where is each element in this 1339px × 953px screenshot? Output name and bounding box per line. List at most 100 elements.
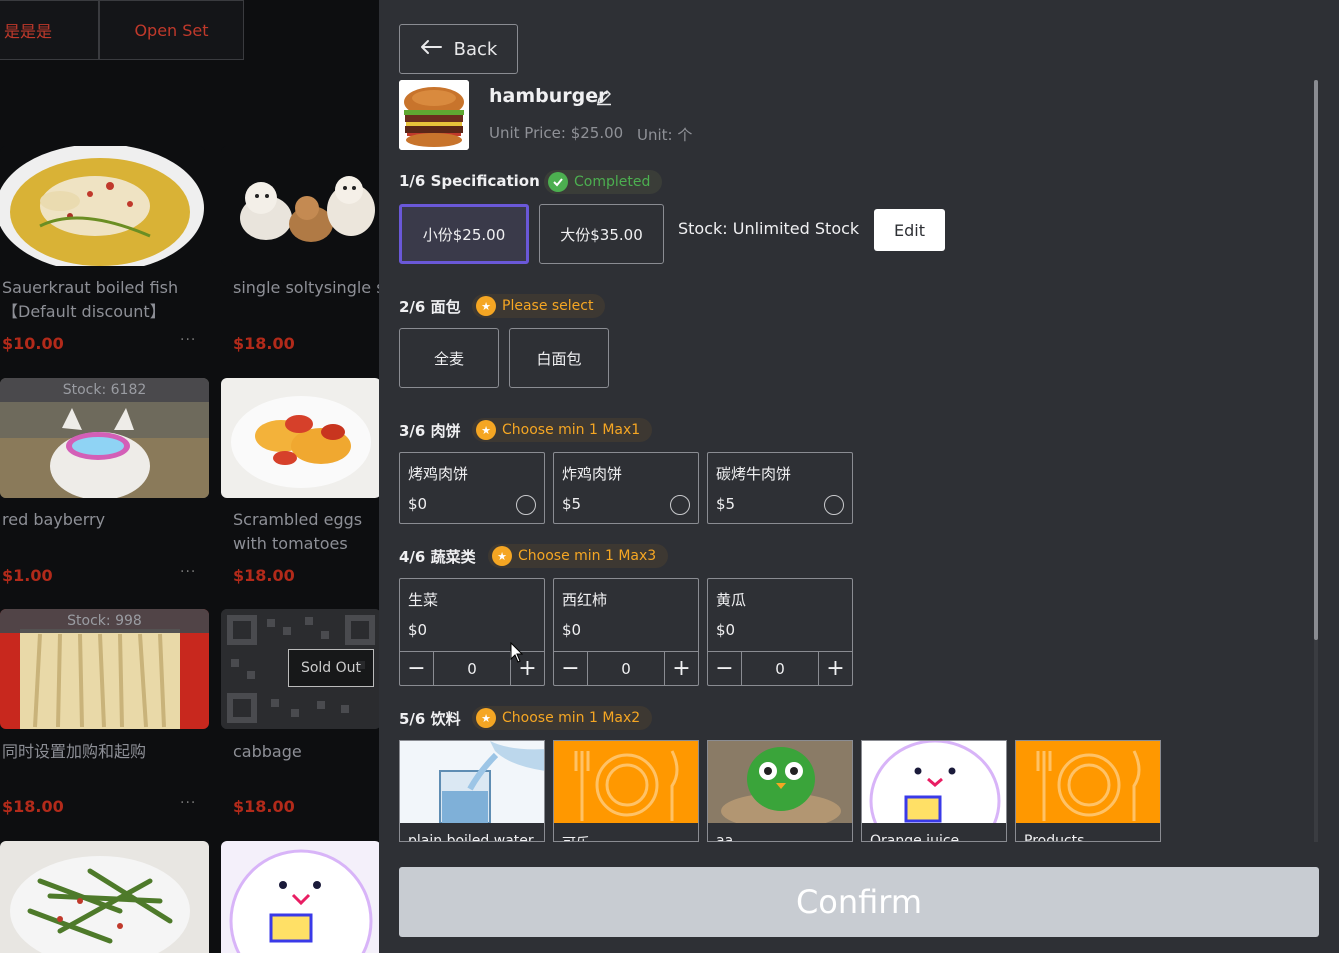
badge-text: Completed [574,174,651,190]
background-menu: 是是是 Open Set Sauerkraut boiled fish 【Def… [0,0,379,953]
vegetable-option: 生菜 $0 − 0 + [399,578,545,686]
minus-icon[interactable]: − [708,652,742,685]
product-price: $10.00 [2,334,64,353]
section-title-specification: 1/6 Specification [399,172,540,190]
product-image-bayberry[interactable]: Stock: 6182 [0,378,209,498]
quantity-value[interactable]: 0 [588,652,664,685]
minus-icon[interactable]: − [554,652,588,685]
option-name: 西红柿 [562,591,608,609]
choose-badge: ★ Choose min 1 Max1 [472,418,653,442]
plus-icon[interactable]: + [664,652,698,685]
patty-option[interactable]: 碳烤牛肉饼 $5 [707,452,853,524]
section-title-drinks: 5/6 饮料 [399,710,461,728]
option-name: 碳烤牛肉饼 [716,465,792,483]
placeholder-food-icon [1016,741,1160,823]
drink-name: Orange juice [870,833,960,842]
option-name: 炸鸡肉饼 [562,465,623,483]
choose-badge: ★ Choose min 1 Max2 [472,706,653,730]
option-price: $5 [716,495,736,513]
product-price: $18.00 [2,797,64,816]
product-price: $18.00 [233,566,295,585]
quantity-value[interactable]: 0 [742,652,818,685]
product-name: 同时设置加购和起购 [2,742,147,761]
stock-tag: Stock: 998 [0,609,209,633]
star-icon: ★ [476,708,496,728]
section-title-bread: 2/6 面包 [399,298,461,316]
drink-name: 可乐 [562,833,590,841]
back-label: Back [453,38,498,60]
placeholder-food-icon [554,741,698,823]
drink-name: Products [1024,833,1085,842]
drink-option[interactable]: aa [707,740,853,842]
radio-button[interactable] [516,495,536,515]
quantity-value[interactable]: 0 [434,652,510,685]
drink-image-aa [708,741,852,823]
patty-option[interactable]: 烤鸡肉饼 $0 [399,452,545,524]
product-name: Sauerkraut boiled fish 【Default discount… [2,278,179,321]
more-icon[interactable]: ··· [180,795,196,811]
option-price: $0 [562,621,582,639]
bread-option-white[interactable]: 白面包 [509,328,609,388]
drink-option[interactable]: plain boiled water [399,740,545,842]
drink-name: aa [716,833,734,842]
product-price: $1.00 [2,566,53,585]
drink-option[interactable]: Products [1015,740,1161,842]
more-icon[interactable]: ··· [180,332,196,348]
badge-text: Please select [502,298,594,314]
drink-image-water [400,741,544,823]
radio-button[interactable] [824,495,844,515]
star-icon: ★ [492,546,512,566]
edit-pencil-icon[interactable] [595,88,613,110]
unit-label: Unit: 个 [637,126,693,144]
product-image-fish[interactable] [0,146,205,266]
stock-status: Stock: Unlimited Stock [678,219,860,238]
drink-option[interactable]: 可乐 [553,740,699,842]
drink-image-orange-juice [862,741,1006,823]
option-name: 烤鸡肉饼 [408,465,469,483]
spec-option-large[interactable]: 大份$35.00 [539,204,664,264]
arrow-left-icon [420,39,442,60]
bread-option-wholewheat[interactable]: 全麦 [399,328,499,388]
spec-option-small[interactable]: 小份$25.00 [399,204,529,264]
option-price: $0 [716,621,736,639]
vegetable-option: 黄瓜 $0 − 0 + [707,578,853,686]
product-image-beans[interactable] [0,841,209,953]
more-icon[interactable]: ··· [180,564,196,580]
star-icon: ★ [476,296,496,316]
please-select-badge: ★ Please select [472,294,606,318]
mouse-cursor-icon [510,641,524,668]
product-name: cabbage [233,742,302,761]
choose-badge: ★ Choose min 1 Max3 [488,544,669,568]
product-name: red bayberry [2,510,106,529]
confirm-button[interactable]: Confirm [399,867,1319,937]
product-image-cartoon[interactable] [221,841,379,953]
product-price: $18.00 [233,334,295,353]
option-price: $5 [562,495,582,513]
patty-option[interactable]: 炸鸡肉饼 $5 [553,452,699,524]
badge-text: Choose min 1 Max3 [518,548,657,564]
product-title: hamburger [489,85,608,107]
back-button[interactable]: Back [399,24,518,74]
quantity-stepper: − 0 + [554,651,698,685]
product-image-yuba[interactable]: Stock: 998 [0,609,209,729]
plus-icon[interactable]: + [818,652,852,685]
sold-out-badge: Sold Out [288,649,374,687]
minus-icon[interactable]: − [400,652,434,685]
section-title-vegetables: 4/6 蔬菜类 [399,548,476,566]
radio-button[interactable] [670,495,690,515]
completed-badge: Completed [544,170,663,194]
scrollbar-thumb[interactable] [1314,80,1318,640]
scroll-area-bottom-edge [379,842,1339,867]
menu-tab-open-set[interactable]: Open Set [99,0,244,60]
option-name: 黄瓜 [716,591,747,609]
drink-option[interactable]: Orange juice [861,740,1007,842]
option-price: $0 [408,621,428,639]
product-image-cabbage[interactable]: Sold Out [221,609,379,729]
product-image-eggs[interactable] [221,378,379,498]
edit-stock-button[interactable]: Edit [874,209,945,251]
option-price: $0 [408,495,428,513]
product-image-dogs[interactable] [221,146,379,266]
quantity-stepper: − 0 + [708,651,852,685]
menu-tab-1[interactable]: 是是是 [0,0,99,60]
option-name: 生菜 [408,591,439,609]
